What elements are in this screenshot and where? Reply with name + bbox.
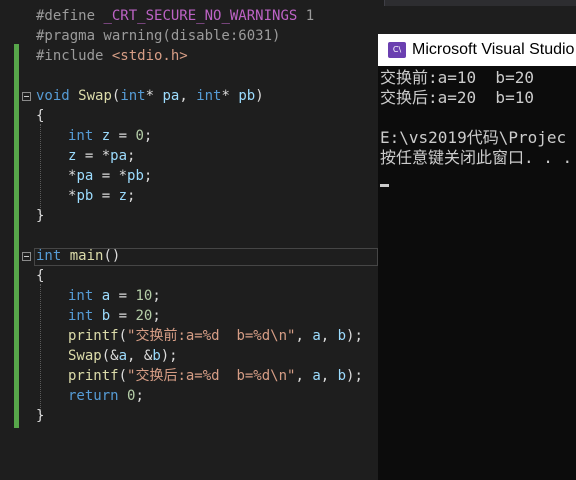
console-cursor [380, 184, 389, 187]
code-line: #pragma warning(disable:6031) [36, 28, 281, 44]
console-app-icon: C\ [388, 42, 406, 58]
console-line: E:\vs2019代码\Projec [380, 128, 567, 147]
console-title: Microsoft Visual Studio [412, 41, 575, 58]
code-line: { [36, 108, 45, 124]
code-line: int main() [36, 248, 121, 264]
code-line: int b = 20; [68, 308, 161, 324]
indent-guide [40, 284, 41, 420]
console-line: 交换前:a=10 b=20 [380, 68, 534, 87]
code-line: *pa = *pb; [68, 168, 153, 184]
code-line: } [36, 408, 45, 424]
code-line: void Swap(int* pa, int* pb) [36, 88, 264, 104]
console-line: 按任意键关闭此窗口. . . [380, 148, 573, 167]
fold-toggle-swap[interactable] [22, 92, 31, 101]
change-bar [14, 44, 19, 84]
code-line: printf("交换前:a=%d b=%d\n", a, b); [68, 328, 363, 344]
change-bar [14, 84, 19, 428]
code-line: z = *pa; [68, 148, 136, 164]
code-line: { [36, 268, 45, 284]
code-line: int a = 10; [68, 288, 161, 304]
code-line: } [36, 208, 45, 224]
code-line: Swap(&a, &b); [68, 348, 178, 364]
code-line: #define _CRT_SECURE_NO_WARNINGS 1 [36, 8, 315, 24]
console-titlebar[interactable]: C\ Microsoft Visual Studio [378, 34, 576, 66]
console-line: 交换后:a=20 b=10 [380, 88, 534, 107]
code-line: *pb = z; [68, 188, 136, 204]
tab-strip [384, 0, 576, 6]
console-window[interactable]: C\ Microsoft Visual Studio 交换前:a=10 b=20… [378, 34, 576, 480]
code-line: return 0; [68, 388, 144, 404]
console-output: 交换前:a=10 b=20 交换后:a=20 b=10 E:\vs2019代码\… [378, 66, 576, 187]
code-line: printf("交换后:a=%d b=%d\n", a, b); [68, 368, 363, 384]
code-line: int z = 0; [68, 128, 153, 144]
code-line: #include <stdio.h> [36, 48, 188, 64]
fold-toggle-main[interactable] [22, 252, 31, 261]
